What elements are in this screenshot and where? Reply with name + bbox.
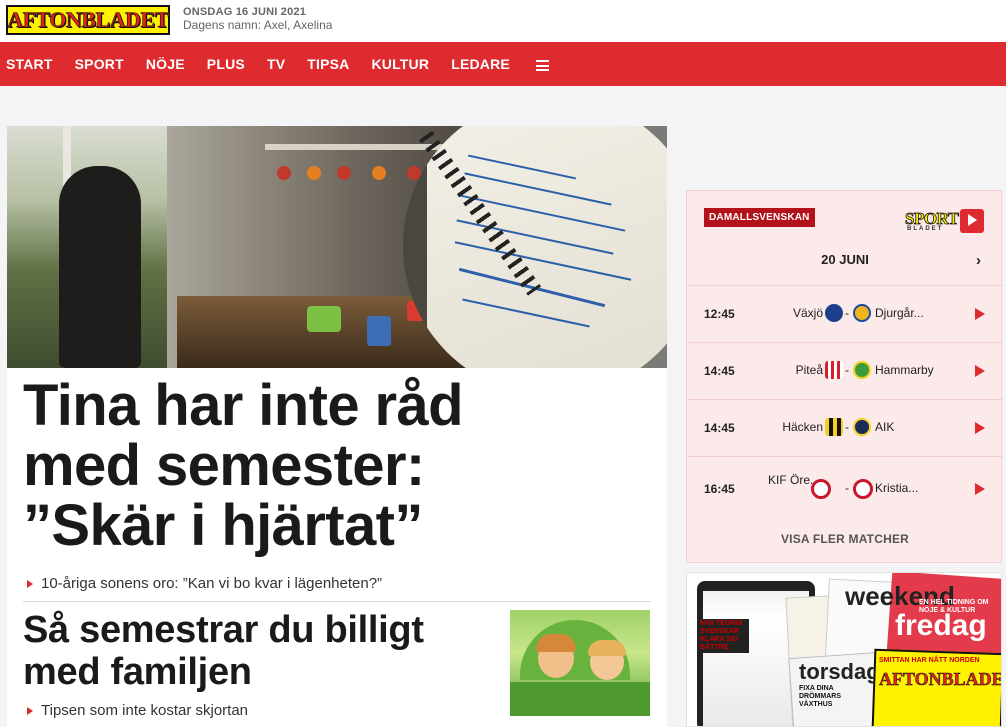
headline-line: Tina har inte råd [23,373,464,438]
nav-item-tv[interactable]: TV [267,56,285,72]
pitea-crest-icon [825,361,843,379]
magazine-cover-text: SMITTAN HAR NÅTT NORDEN [879,657,980,664]
dateline: ONSDAG 16 JUNI 2021 Dagens namn: Axel, A… [183,6,332,32]
nav-item-kultur[interactable]: KULTUR [371,56,429,72]
match-time: 16:45 [704,482,735,496]
decoration-image [307,166,321,180]
subheadline-text: 10-åriga sonens oro: ”Kan vi bo kvar i l… [41,575,383,592]
sportbladet-play-logo[interactable]: SPORT BLADET [905,209,984,235]
chevron-right-icon[interactable]: › [976,252,981,269]
name-day: Dagens namn: Axel, Axelina [183,18,333,32]
toy-image [367,316,391,346]
versus-dash: - [845,363,849,377]
headline-line: med semester: [23,433,425,498]
subheadline-text: Tipsen som inte kostar skjortan [41,702,249,719]
nav-item-ledare[interactable]: LEDARE [451,56,510,72]
match-row[interactable]: 14:45 Piteå - Hammarby [687,342,1003,398]
lead-article-image[interactable] [7,126,667,368]
league-tag[interactable]: DAMALLSVENSKAN [704,208,815,227]
child-image [588,640,626,680]
decoration-image [372,166,386,180]
aftonbladet-paper-logo: AFTONBLADET [879,669,1001,690]
match-date: 20 JUNI [821,252,869,267]
kristianstad-crest-icon [853,479,873,499]
lead-subheadline-link[interactable]: 10-åriga sonens oro: ”Kan vi bo kvar i l… [27,575,382,592]
hammarby-crest-icon [853,361,871,379]
magazine-cover-text: FIXA DINA DRÖMMARS VÄXTHUS [799,685,841,708]
kif-orebro-crest-icon [811,479,831,499]
play-icon[interactable] [975,483,985,495]
nav-item-tipsa[interactable]: TIPSA [307,56,349,72]
play-icon [960,209,984,233]
play-icon[interactable] [975,308,985,320]
nav-item-plus[interactable]: PLUS [207,56,245,72]
decoration-image [277,166,291,180]
hacken-crest-icon [825,418,843,436]
handwriting-image [462,298,590,328]
away-team: Djurgår... [875,307,924,320]
nav-item-start[interactable]: START [6,56,53,72]
decoration-image [337,166,351,180]
secondary-headline[interactable]: Så semestrar du billigt med familjen [23,609,503,693]
notebook-photo [427,126,667,368]
sport-results-widget: DAMALLSVENSKAN SPORT BLADET 20 JUNI › 12… [686,190,1003,563]
home-team: Häcken [782,420,823,434]
versus-dash: - [845,306,849,320]
divider [23,601,651,602]
play-icon[interactable] [975,422,985,434]
headline-line: ”Skär i hjärtat” [23,493,423,558]
show-more-matches-link[interactable]: VISA FLER MATCHER [687,532,1003,546]
away-team: Hammarby [875,364,934,377]
arrow-right-icon [27,579,33,588]
home-team: Piteå [795,363,823,377]
headline-line: Så semestrar du billigt [23,609,424,651]
hamburger-menu-icon[interactable] [535,60,549,71]
lead-headline[interactable]: Tina har inte råd med semester: ”Skär i … [23,376,663,556]
magazine-cover-text: EN HEL TIDNING OM NÖJE & KULTUR [919,599,989,614]
headline-line: med familjen [23,651,252,693]
versus-dash: - [845,481,849,495]
child-image [536,634,576,678]
play-icon[interactable] [975,365,985,377]
arrow-right-icon [27,706,33,715]
toy-image [307,306,341,332]
match-time: 14:45 [704,364,735,378]
nav-item-noje[interactable]: NÖJE [146,56,185,72]
torsdag-magazine-title: torsdag [799,659,880,684]
sport-logo-subtext: BLADET [907,226,944,232]
away-team: AIK [875,421,895,434]
home-team: Växjö [792,306,823,320]
vaxjo-crest-icon [825,304,843,322]
match-row[interactable]: 14:45 Häcken - AIK [687,399,1003,455]
away-team: Kristia... [875,482,919,495]
lead-article[interactable]: Tina har inte råd med semester: ”Skär i … [7,126,667,727]
person-silhouette-image [59,166,141,368]
match-time: 12:45 [704,307,735,321]
aftonbladet-logo[interactable]: AFTONBLADET [6,5,170,35]
aik-crest-icon [853,418,871,436]
djurgarden-crest-icon [853,304,871,322]
versus-dash: - [845,420,849,434]
secondary-subheadline-link[interactable]: Tipsen som inte kostar skjortan [27,702,248,719]
grass-image [510,682,650,716]
secondary-article-image[interactable] [510,610,650,716]
magazine-promo[interactable]: weekend fredag EN HEL TIDNING OM NÖJE & … [686,572,1002,727]
site-header: AFTONBLADET ONSDAG 16 JUNI 2021 Dagens n… [0,0,1006,42]
match-row[interactable]: 12:45 Växjö - Djurgår... [687,285,1003,341]
nav-item-sport[interactable]: SPORT [75,56,124,72]
match-row[interactable]: 16:45 KIF Öre... - Kristia... [687,456,1003,520]
main-navigation: START SPORT NÖJE PLUS TV TIPSA KULTUR LE… [0,42,1006,86]
magazine-cover-text: NYA TEORIN SVENSKAR KLARA SIG BÄTTRE [699,619,749,653]
match-time: 14:45 [704,421,735,435]
logo-text: AFTONBLADET [7,7,170,33]
